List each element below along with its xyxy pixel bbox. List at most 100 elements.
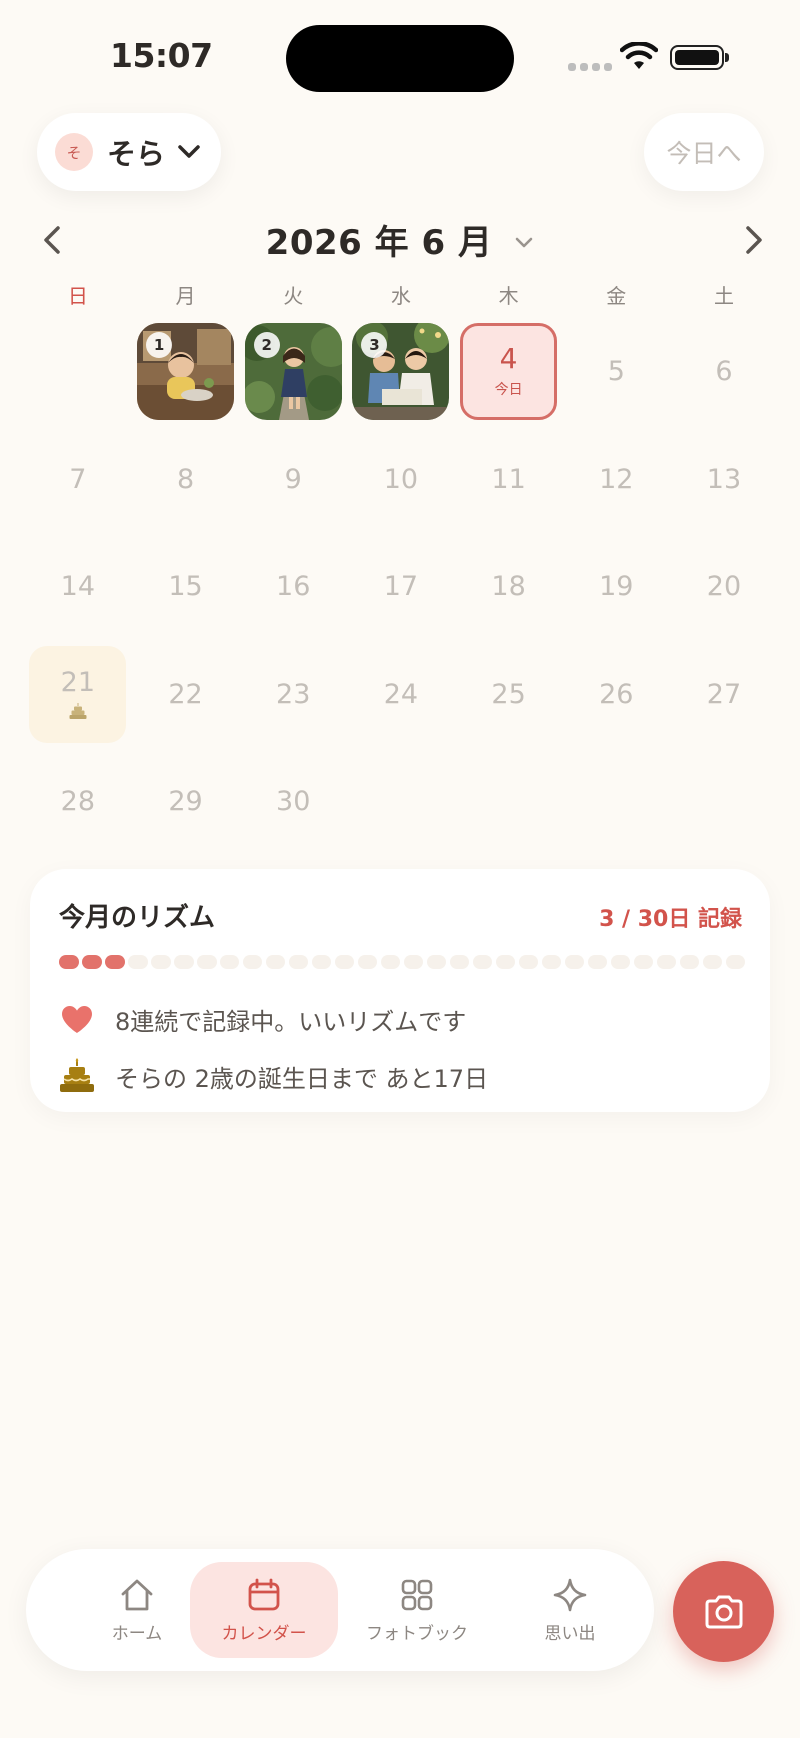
calendar-day-9[interactable]: 9 (239, 426, 347, 534)
day-number: 6 (715, 356, 733, 388)
day-number: 25 (491, 678, 526, 710)
grid-icon (401, 1579, 433, 1610)
calendar-day-29[interactable]: 29 (132, 748, 240, 856)
record-dot (679, 955, 700, 969)
record-dot (357, 955, 378, 969)
record-dot (587, 955, 608, 969)
record-dot (725, 955, 746, 969)
calendar-day-2[interactable]: 2 (239, 318, 347, 426)
calendar-day-28[interactable]: 28 (24, 748, 132, 856)
calendar-day-22[interactable]: 22 (132, 641, 240, 749)
weekday-header: 日 月 火 水 木 金 土 (24, 280, 778, 309)
day-number: 21 (60, 666, 96, 698)
child-selector-button[interactable]: そ そら (37, 113, 221, 191)
chevron-right-icon[interactable] (736, 223, 770, 257)
month-picker-button[interactable]: 2026 年 6 月 (30, 215, 770, 264)
calendar-day-16[interactable]: 16 (239, 533, 347, 641)
day-number: 30 (276, 786, 311, 818)
calendar-icon (248, 1578, 280, 1610)
day-photo-thumbnail[interactable]: 2 (244, 323, 342, 421)
record-dot (242, 955, 263, 969)
record-dot (403, 955, 424, 969)
calendar-day-11[interactable]: 11 (455, 426, 563, 534)
birthday-row: そらの 2歳の誕生日まで あと17日 (59, 1058, 488, 1094)
camera-button[interactable] (673, 1561, 774, 1662)
day-photo-thumbnail[interactable]: 3 (352, 323, 450, 421)
calendar-day-19[interactable]: 19 (562, 533, 670, 641)
calendar-day-13[interactable]: 13 (670, 426, 778, 534)
record-dot (656, 955, 677, 969)
record-dot (219, 955, 240, 969)
calendar-day-3[interactable]: 3 (347, 318, 455, 426)
calendar-day-26[interactable]: 26 (562, 641, 670, 749)
weekday-thu: 木 (498, 284, 519, 308)
birthday-cell[interactable]: 21 (29, 645, 127, 743)
weekday-mon: 月 (175, 284, 196, 308)
day-number: 13 (706, 463, 742, 495)
record-dot (104, 955, 125, 969)
status-time: 15:07 (110, 36, 213, 75)
calendar-day-6[interactable]: 6 (670, 318, 778, 426)
tab-memories[interactable]: 思い出 (496, 1562, 644, 1658)
calendar-day-4[interactable]: 4 今日 (455, 318, 563, 426)
calendar-grid: 1 2 3 4 今日 5 6 7 8 9 10 11 12 13 14 15 1… (24, 318, 778, 856)
heart-icon (59, 1001, 95, 1037)
day-number: 8 (176, 463, 195, 495)
day-number: 15 (168, 571, 203, 603)
day-number: 27 (706, 678, 742, 710)
go-to-today-button[interactable]: 今日へ (644, 113, 764, 191)
calendar-day-5[interactable]: 5 (562, 318, 670, 426)
calendar-day-7[interactable]: 7 (24, 426, 132, 534)
calendar-day-14[interactable]: 14 (24, 533, 132, 641)
weekday-sun: 日 (67, 284, 88, 308)
home-icon (121, 1579, 153, 1610)
calendar-day-8[interactable]: 8 (132, 426, 240, 534)
record-progress-dots (59, 955, 746, 969)
record-dot (380, 955, 401, 969)
tab-photobook[interactable]: フォトブック (343, 1562, 491, 1658)
calendar-day-18[interactable]: 18 (455, 533, 563, 641)
sparkle-icon (553, 1578, 587, 1611)
calendar-day-21[interactable]: 21 (24, 641, 132, 749)
day-number: 7 (69, 463, 87, 495)
today-label: 今日 (494, 381, 523, 398)
calendar-day-23[interactable]: 23 (239, 641, 347, 749)
tab-bar: ホーム カレンダー フォトブック 思い出 (26, 1549, 654, 1671)
calendar-day-20[interactable]: 20 (670, 533, 778, 641)
streak-row: 8連続で記録中。いいリズムです (59, 1001, 466, 1037)
day-photo-thumbnail[interactable]: 1 (137, 323, 235, 421)
weekday-wed: 水 (390, 284, 411, 308)
month-navigation: 2026 年 6 月 (30, 215, 770, 265)
child-avatar: そ (55, 133, 93, 171)
calendar-day-17[interactable]: 17 (347, 533, 455, 641)
calendar-day-25[interactable]: 25 (455, 641, 563, 749)
tab-calendar[interactable]: カレンダー (190, 1562, 338, 1658)
day-number: 9 (284, 463, 302, 495)
record-dot (495, 955, 516, 969)
record-dot (173, 955, 194, 969)
birthday-cake-icon (59, 1058, 95, 1094)
day-number: 26 (599, 678, 634, 710)
calendar-day-1[interactable]: 1 (132, 318, 240, 426)
day-number: 4 (499, 341, 518, 375)
birthday-cake-icon (69, 702, 87, 719)
record-dot (150, 955, 171, 969)
record-dot (127, 955, 148, 969)
calendar-day-30[interactable]: 30 (239, 748, 347, 856)
battery-icon (670, 45, 729, 70)
cellular-signal-icon (568, 63, 612, 71)
calendar-day-27[interactable]: 27 (670, 641, 778, 749)
record-dot (81, 955, 102, 969)
photo-count-badge: 2 (253, 332, 280, 359)
calendar-day-12[interactable]: 12 (562, 426, 670, 534)
calendar-day-24[interactable]: 24 (347, 641, 455, 749)
calendar-day-10[interactable]: 10 (347, 426, 455, 534)
today-cell[interactable]: 4 今日 (460, 323, 558, 421)
record-dot (472, 955, 493, 969)
weekday-fri: 金 (606, 284, 627, 308)
tab-home[interactable]: ホーム (63, 1562, 211, 1658)
calendar-day-15[interactable]: 15 (132, 533, 240, 641)
record-dot (449, 955, 470, 969)
record-dot (288, 955, 309, 969)
empty-day (24, 318, 132, 426)
